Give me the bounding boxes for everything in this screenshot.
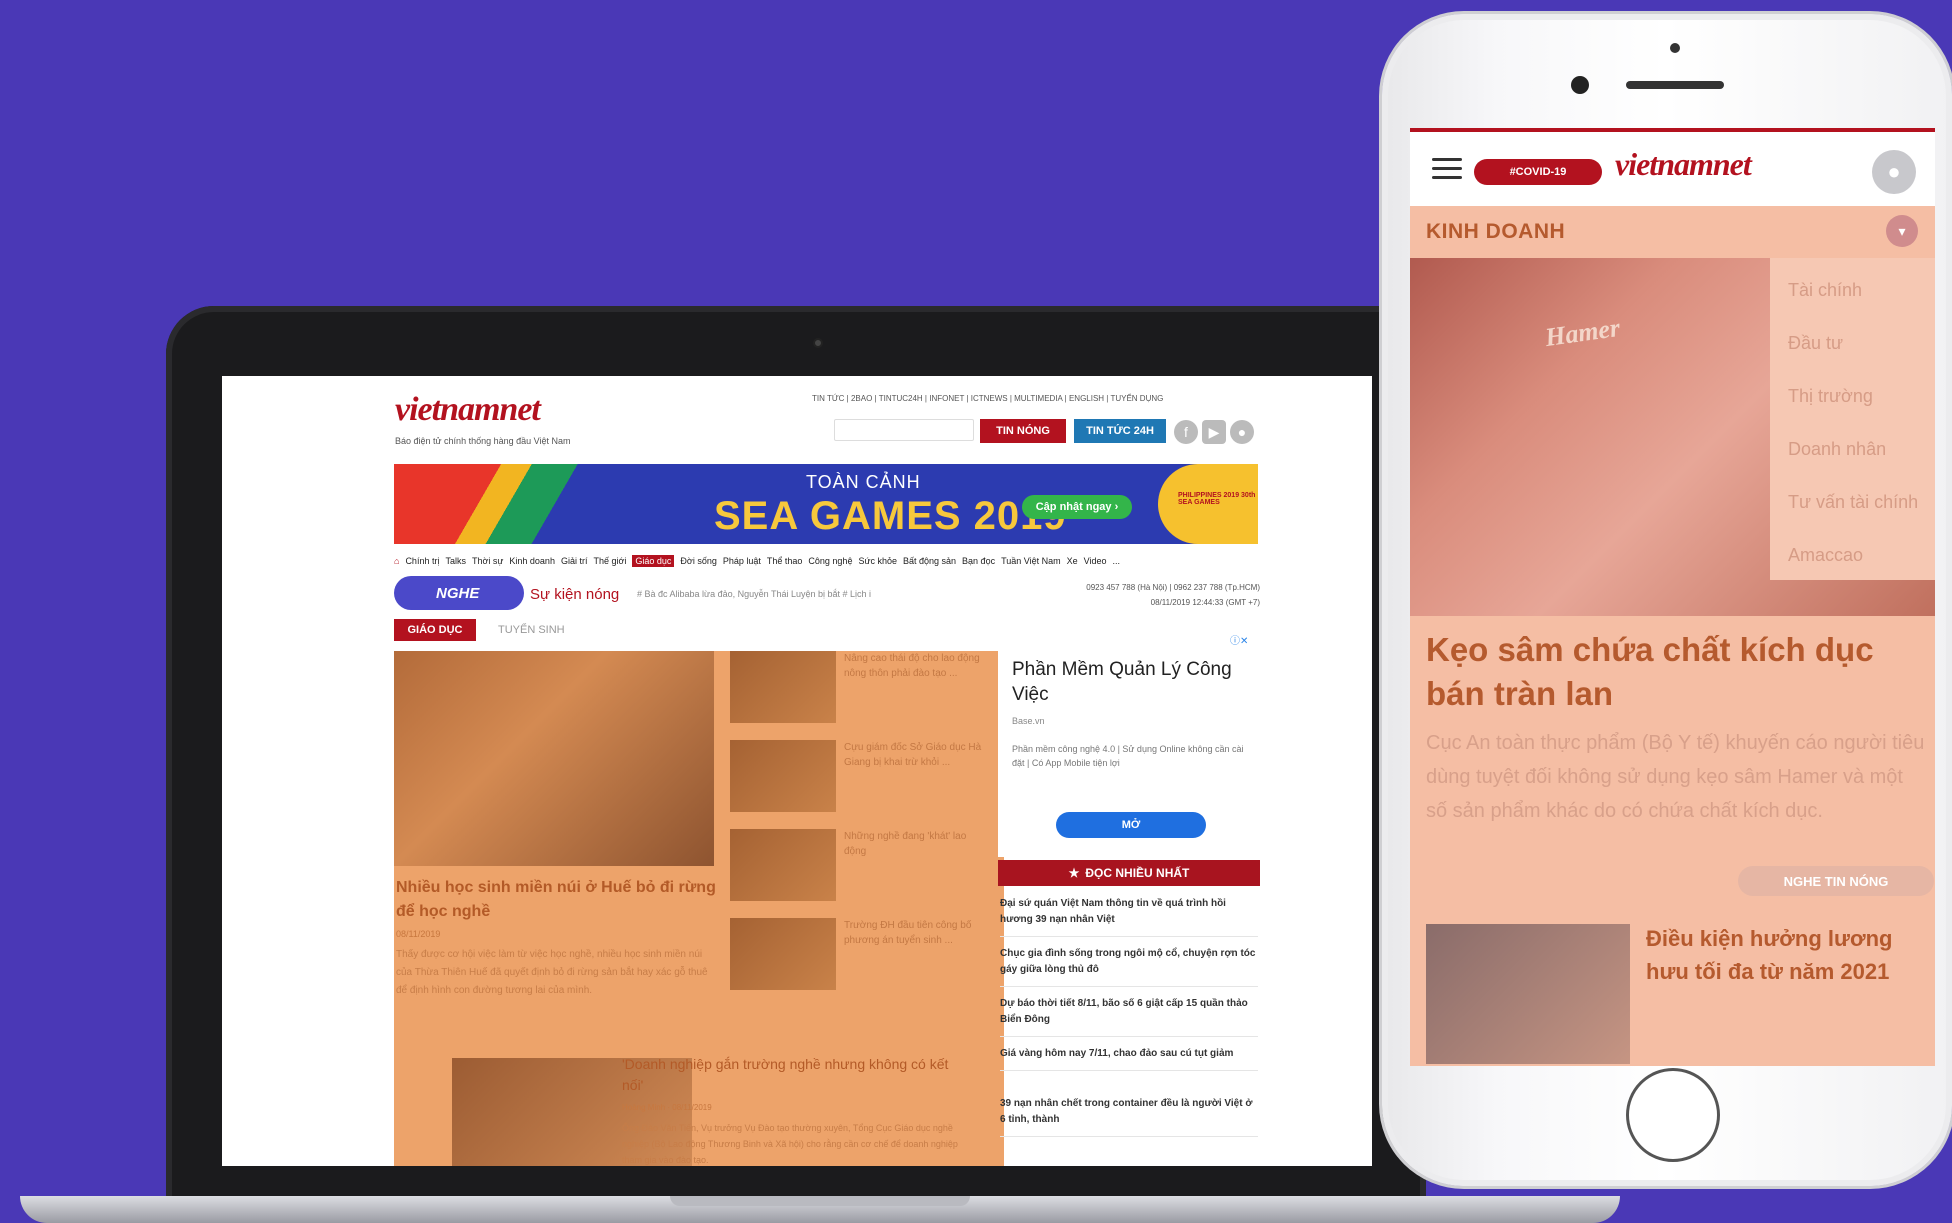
submenu-item[interactable]: Thị trường (1788, 386, 1873, 407)
second-article-summary: Ông Đào Văn Tiến, Vụ trưởng Vụ Đào tạo t… (622, 1123, 958, 1165)
nav-item[interactable]: Chính trị (405, 556, 439, 566)
most-read-item[interactable]: Dự báo thời tiết 8/11, bão số 6 giật cấp… (1000, 996, 1258, 1037)
phone-camera (1571, 76, 1589, 94)
nav-item[interactable]: Talks (445, 556, 466, 566)
ad-open-button[interactable]: MỞ (1056, 812, 1206, 838)
article2-headline[interactable]: Điều kiện hưởng lương hưu tối đa từ năm … (1646, 922, 1926, 988)
submenu-panel (1770, 258, 1935, 580)
nav-item[interactable]: Thế giới (593, 556, 626, 566)
most-read-item[interactable]: Giá vàng hôm nay 7/11, chao đảo sau cú t… (1000, 1046, 1258, 1071)
submenu-item[interactable]: Tài chính (1788, 280, 1862, 301)
subcategory-link[interactable]: TUYỂN SINH (498, 624, 565, 636)
banner-line2: SEA GAMES 2019 (714, 494, 1067, 538)
nav-item[interactable]: Tuần Việt Nam (1001, 556, 1061, 566)
main-article-date: 08/11/2019 (396, 929, 441, 939)
star-icon: ★ (1068, 866, 1080, 880)
banner-artwork (394, 464, 654, 544)
youtube-icon[interactable]: ▶ (1202, 420, 1226, 444)
logo-tagline: Báo điện tử chính thống hàng đầu Việt Na… (395, 436, 571, 446)
most-read-item[interactable]: Đại sứ quán Việt Nam thông tin về quá tr… (1000, 896, 1258, 937)
side-article-title[interactable]: Nâng cao thái độ cho lao động nông thôn … (844, 651, 984, 681)
nav-item[interactable]: Sức khỏe (858, 556, 897, 566)
top-accent-line (1410, 128, 1935, 132)
nav-item[interactable]: Kinh doanh (509, 556, 555, 566)
main-article-summary: Thấy được cơ hội việc làm từ việc học ng… (396, 949, 708, 996)
side-article-thumb[interactable] (730, 740, 836, 812)
hot-events-title[interactable]: Sự kiện nóng (530, 586, 619, 603)
search-input[interactable] (834, 419, 974, 441)
facebook-icon[interactable]: f (1174, 420, 1198, 444)
second-article-headline[interactable]: 'Doanh nghiệp gắn trường nghề nhưng khôn… (622, 1054, 962, 1096)
mobile-headline[interactable]: Kẹo sâm chứa chất kích dục bán tràn lan (1426, 628, 1926, 716)
side-article-thumb[interactable] (730, 829, 836, 901)
banner-line1: TOÀN CẢNH (806, 472, 921, 492)
tin-nong-button[interactable]: TIN NÓNG (980, 419, 1066, 443)
home-icon[interactable]: ⌂ (394, 556, 399, 566)
contact-info: 0923 457 788 (Hà Nội) | 0962 237 788 (Tp… (1030, 580, 1260, 610)
most-read-item[interactable]: Chục gia đình sống trong ngôi mộ cổ, chu… (1000, 946, 1258, 987)
nav-item[interactable]: Giáo dục (632, 555, 675, 567)
phone-home-button[interactable] (1626, 1068, 1720, 1162)
main-article-headline[interactable]: Nhiều học sinh miền núi ở Huế bỏ đi rừng… (396, 876, 716, 924)
phone-sensor (1670, 43, 1680, 53)
laptop-screen: vietnamnet Báo điện tử chính thống hàng … (222, 376, 1372, 1166)
nghe-tin-nong-pill[interactable]: NGHE TIN NÓNG (1738, 866, 1934, 896)
main-article-image[interactable] (394, 651, 714, 866)
hamburger-icon[interactable] (1432, 158, 1462, 180)
nav-item[interactable]: Bất động sản (903, 556, 956, 566)
most-read-title: ĐỌC NHIỀU NHẤT (1085, 866, 1190, 880)
chevron-down-icon[interactable]: ▾ (1886, 215, 1918, 247)
article2-thumb[interactable] (1426, 924, 1630, 1064)
ad-description: Phần mềm công nghệ 4.0 | Sử dụng Online … (1012, 744, 1244, 768)
sea-games-banner[interactable]: TOÀN CẢNH SEA GAMES 2019 Cập nhật ngay ›… (394, 464, 1258, 544)
ad-title[interactable]: Phần Mềm Quản Lý Công Việc (1012, 657, 1252, 707)
submenu-item[interactable]: Tư vấn tài chính (1788, 492, 1918, 513)
nav-item[interactable]: Pháp luật (723, 556, 761, 566)
current-datetime: 08/11/2019 12:44:33 (GMT +7) (1150, 598, 1260, 607)
side-article-thumb[interactable] (730, 918, 836, 990)
nav-item[interactable]: Giải trí (561, 556, 588, 566)
nav-item[interactable]: Bạn đọc (962, 556, 995, 566)
phone-screen: #COVID-19 vietnamnet ● KINH DOANH ▾ Hame… (1410, 128, 1935, 1066)
side-article-thumb[interactable] (730, 651, 836, 723)
nav-item[interactable]: Video (1084, 556, 1107, 566)
ad-close-icon[interactable]: ⓘ✕ (1230, 632, 1248, 647)
covid-tag-button[interactable]: #COVID-19 (1474, 159, 1602, 185)
mobile-summary: Cục An toàn thực phẩm (Bộ Y tế) khuyến c… (1426, 732, 1925, 822)
user-icon[interactable]: ● (1230, 420, 1254, 444)
nghe-tin-nong-logo[interactable]: NGHE (394, 576, 524, 610)
section-title[interactable]: KINH DOANH (1426, 220, 1565, 244)
nav-item[interactable]: Đời sống (680, 556, 716, 566)
banner-badge: PHILIPPINES 2019 30th SEA GAMES (1158, 464, 1258, 544)
side-article-title[interactable]: Trường ĐH đầu tiên công bố phương án tuy… (844, 918, 984, 948)
site-logo[interactable]: vietnamnet (395, 391, 541, 429)
top-links[interactable]: TIN TỨC | 2BAO | TINTUC24H | INFONET | I… (812, 394, 1372, 403)
most-read-item[interactable]: 39 nạn nhân chết trong container đều là … (1000, 1096, 1258, 1137)
banner-cta-button[interactable]: Cập nhật ngay › (1022, 495, 1132, 519)
side-article-title[interactable]: Những nghề đang 'khát' lao động (844, 829, 984, 859)
submenu-item[interactable]: Doanh nhân (1788, 439, 1886, 460)
phone-speaker (1626, 81, 1724, 89)
second-article-byline: Hoàng Minh · 08/11/2019 (622, 1103, 712, 1112)
hot-events-ticker[interactable]: # Bà đc Alibaba lừa đảo, Nguyễn Thái Luy… (637, 589, 871, 599)
category-badge[interactable]: GIÁO DỤC (394, 619, 476, 641)
nav-item[interactable]: Xe (1067, 556, 1078, 566)
avatar-icon[interactable]: ● (1872, 150, 1916, 194)
nav-item[interactable]: Thể thao (767, 556, 803, 566)
tin-tuc-24h-button[interactable]: TIN TỨC 24H (1074, 419, 1166, 443)
submenu-item[interactable]: Amaccao (1788, 545, 1863, 566)
nav-item[interactable]: Thời sự (472, 556, 503, 566)
side-article-title[interactable]: Cựu giám đốc Sở Giáo dục Hà Giang bị kha… (844, 740, 984, 770)
main-nav: ⌂ Chính trị Talks Thời sự Kinh doanh Giải tr… (394, 552, 1258, 570)
ad-source: Base.vn (1012, 716, 1045, 726)
submenu-item[interactable]: Đầu tư (1788, 333, 1843, 354)
laptop-camera (813, 338, 823, 348)
nav-item[interactable]: ... (1112, 556, 1120, 566)
contact-phones: 0923 457 788 (Hà Nội) | 0962 237 788 (Tp… (1086, 583, 1260, 592)
nav-item[interactable]: Công nghệ (808, 556, 852, 566)
mobile-logo[interactable]: vietnamnet (1615, 146, 1752, 183)
laptop-notch (670, 1196, 970, 1206)
most-read-header: ★ ĐỌC NHIỀU NHẤT (998, 860, 1260, 886)
